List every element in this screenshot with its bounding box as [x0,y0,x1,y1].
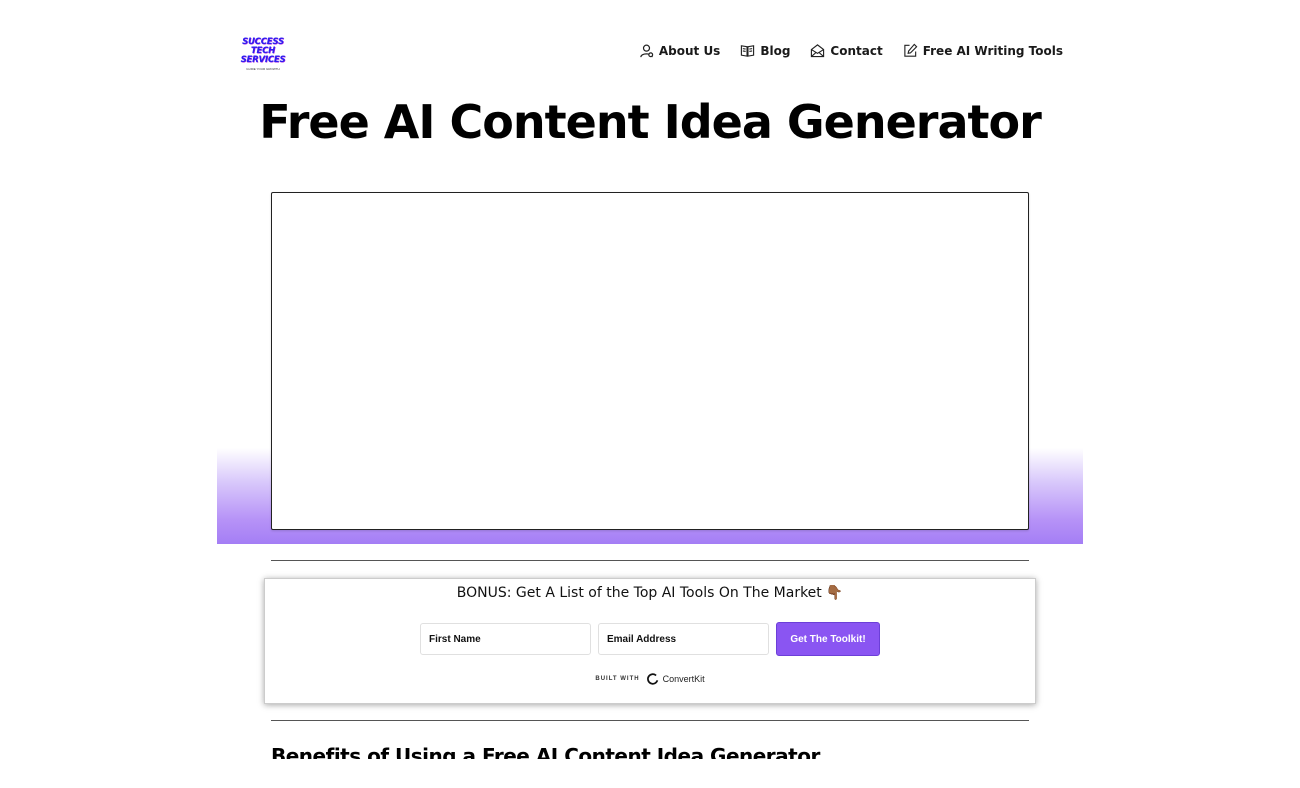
site-header: SUCCESS TECH SERVICES GUIDE YOUR GROWTH … [0,0,1300,100]
bonus-signup-box: BONUS: Get A List of the Top AI Tools On… [264,578,1036,704]
email-address-input[interactable] [598,623,769,655]
signup-form: Get The Toolkit! [420,622,880,656]
pencil-square-icon [903,43,918,58]
convertkit-name: ConvertKit [662,674,705,684]
built-with-badge[interactable]: BUILT WITH ConvertKit [265,672,1035,686]
section-heading-clip: Benefits of Using a Free AI Content Idea… [271,740,1031,759]
main-nav: About Us Blog Contact Free AI Writing To… [639,43,1063,58]
page-title: Free AI Content Idea Generator [259,95,1042,149]
nav-contact-label: Contact [830,43,883,58]
divider-top [271,560,1029,561]
benefits-heading: Benefits of Using a Free AI Content Idea… [271,744,820,759]
bonus-heading: BONUS: Get A List of the Top AI Tools On… [265,585,1035,601]
built-with-label: BUILT WITH [595,676,640,682]
generator-tool-frame[interactable] [271,192,1029,530]
first-name-input[interactable] [420,623,591,655]
get-toolkit-button[interactable]: Get The Toolkit! [776,622,880,656]
site-logo[interactable]: SUCCESS TECH SERVICES GUIDE YOUR GROWTH [240,38,286,72]
divider-bottom [271,720,1029,721]
logo-tagline: GUIDE YOUR GROWTH [246,67,280,71]
nav-about-us[interactable]: About Us [639,43,720,58]
pointing-down-icon: 👇🏾 [825,585,844,601]
nav-contact[interactable]: Contact [810,43,883,58]
book-icon [740,43,755,58]
nav-blog[interactable]: Blog [740,43,790,58]
bonus-heading-text: BONUS: Get A List of the Top AI Tools On… [456,585,822,601]
envelope-open-icon [810,43,825,58]
logo-line-3: SERVICES [240,55,286,65]
nav-free-ai-writing-tools-label: Free AI Writing Tools [922,43,1063,58]
nav-free-ai-writing-tools[interactable]: Free AI Writing Tools [903,43,1063,58]
user-icon [639,43,654,58]
convertkit-logo-icon [646,672,660,686]
nav-blog-label: Blog [760,43,791,58]
nav-about-us-label: About Us [658,43,721,58]
